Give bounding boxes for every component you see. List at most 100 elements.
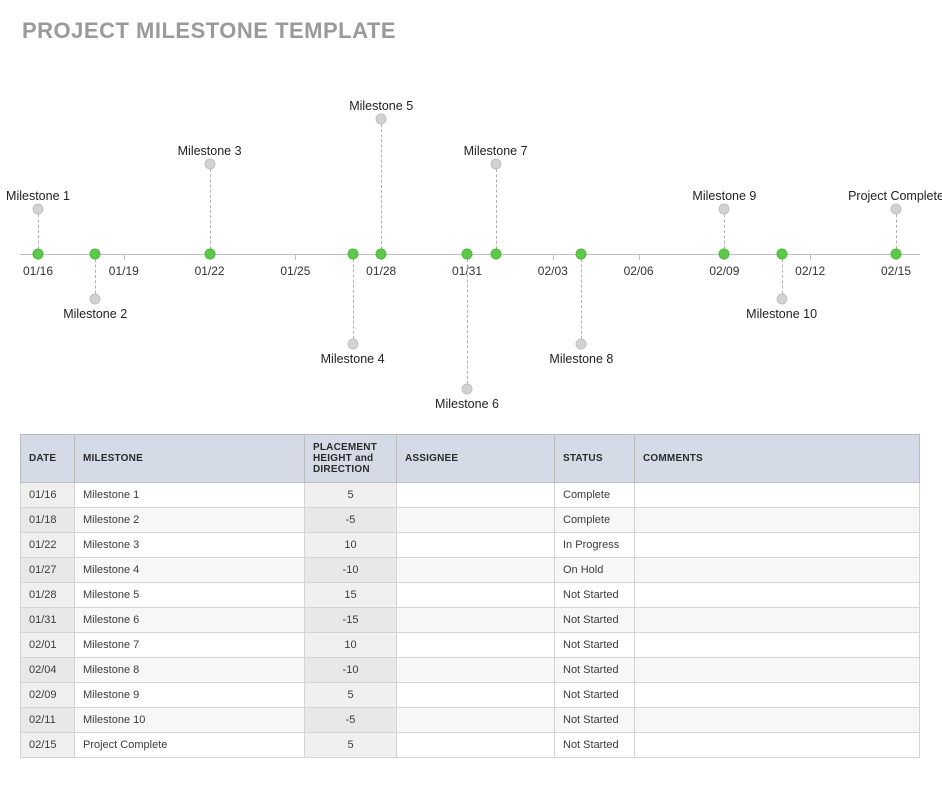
milestone-label: Milestone 10: [746, 307, 817, 321]
cell-height: -10: [305, 658, 397, 683]
milestone-stem: [467, 254, 468, 389]
cell-date: 01/27: [21, 558, 75, 583]
table-row: 01/28Milestone 515Not Started: [21, 583, 920, 608]
milestone-axis-dot: [204, 249, 215, 260]
axis-tick: [124, 254, 125, 260]
cell-date: 01/31: [21, 608, 75, 633]
cell-height: 15: [305, 583, 397, 608]
axis-tick-label: 01/22: [195, 264, 225, 278]
milestone-label: Milestone 7: [464, 144, 528, 158]
table-row: 02/01Milestone 710Not Started: [21, 633, 920, 658]
table-row: 02/09Milestone 95Not Started: [21, 683, 920, 708]
milestone-axis-dot: [33, 249, 44, 260]
axis-tick-label: 02/09: [709, 264, 739, 278]
axis-tick: [639, 254, 640, 260]
cell-milestone: Milestone 7: [75, 633, 305, 658]
table-row: 01/27Milestone 4-10 On Hold: [21, 558, 920, 583]
axis-tick-label: 01/16: [23, 264, 53, 278]
axis-tick-label: 02/03: [538, 264, 568, 278]
milestone-end-dot: [204, 159, 215, 170]
milestone-axis-dot: [776, 249, 787, 260]
table-row: 02/15Project Complete5Not Started: [21, 733, 920, 758]
milestone-axis-dot: [90, 249, 101, 260]
cell-assignee: [397, 483, 555, 508]
cell-comments: [635, 633, 920, 658]
cell-milestone: Milestone 4: [75, 558, 305, 583]
milestone-stem: [95, 254, 96, 299]
col-milestone-header: MILESTONE: [75, 435, 305, 483]
milestone-end-dot: [490, 159, 501, 170]
table-row: 01/16Milestone 15Complete: [21, 483, 920, 508]
milestone-end-dot: [576, 339, 587, 350]
axis-tick-label: 02/06: [624, 264, 654, 278]
col-height-header: PLACEMENT HEIGHT and DIRECTION: [305, 435, 397, 483]
milestone-label: Project Complete: [848, 189, 942, 203]
timeline-chart: 01/1601/1901/2201/2501/2801/3102/0302/06…: [20, 54, 920, 404]
cell-height: -5: [305, 508, 397, 533]
cell-milestone: Milestone 10: [75, 708, 305, 733]
axis-tick-label: 01/28: [366, 264, 396, 278]
cell-assignee: [397, 633, 555, 658]
milestone-stem: [496, 164, 497, 254]
cell-comments: [635, 658, 920, 683]
cell-milestone: Milestone 1: [75, 483, 305, 508]
table-header-row: DATE MILESTONE PLACEMENT HEIGHT and DIRE…: [21, 435, 920, 483]
col-status-header: STATUS: [555, 435, 635, 483]
cell-status: Not Started: [555, 658, 635, 683]
col-assignee-header: ASSIGNEE: [397, 435, 555, 483]
cell-comments: [635, 483, 920, 508]
cell-height: -5: [305, 708, 397, 733]
cell-comments: [635, 733, 920, 758]
milestone-label: Milestone 9: [692, 189, 756, 203]
axis-tick-label: 01/25: [280, 264, 310, 278]
cell-height: -10: [305, 558, 397, 583]
table-row: 02/11Milestone 10-5Not Started: [21, 708, 920, 733]
cell-comments: [635, 583, 920, 608]
cell-assignee: [397, 683, 555, 708]
cell-status: Not Started: [555, 633, 635, 658]
cell-height: 5: [305, 483, 397, 508]
cell-status: On Hold: [555, 558, 635, 583]
cell-milestone: Milestone 3: [75, 533, 305, 558]
cell-assignee: [397, 733, 555, 758]
milestone-stem: [210, 164, 211, 254]
milestone-end-dot: [376, 114, 387, 125]
milestone-end-dot: [33, 204, 44, 215]
cell-comments: [635, 683, 920, 708]
milestone-table: DATE MILESTONE PLACEMENT HEIGHT and DIRE…: [20, 434, 920, 758]
milestone-label: Milestone 8: [549, 352, 613, 366]
axis-tick: [810, 254, 811, 260]
cell-assignee: [397, 558, 555, 583]
axis-tick-label: 02/12: [795, 264, 825, 278]
cell-comments: [635, 608, 920, 633]
cell-assignee: [397, 708, 555, 733]
cell-status: Not Started: [555, 708, 635, 733]
col-date-header: DATE: [21, 435, 75, 483]
milestone-end-dot: [90, 294, 101, 305]
milestone-end-dot: [719, 204, 730, 215]
cell-comments: [635, 533, 920, 558]
cell-milestone: Project Complete: [75, 733, 305, 758]
milestone-stem: [381, 119, 382, 254]
milestone-label: Milestone 1: [6, 189, 70, 203]
page-title: PROJECT MILESTONE TEMPLATE: [22, 18, 922, 44]
milestone-stem: [581, 254, 582, 344]
table-row: 01/31Milestone 6-15Not Started: [21, 608, 920, 633]
cell-assignee: [397, 533, 555, 558]
cell-date: 01/18: [21, 508, 75, 533]
cell-status: In Progress: [555, 533, 635, 558]
col-comments-header: COMMENTS: [635, 435, 920, 483]
cell-assignee: [397, 583, 555, 608]
milestone-label: Milestone 5: [349, 99, 413, 113]
milestone-label: Milestone 3: [178, 144, 242, 158]
cell-date: 01/28: [21, 583, 75, 608]
cell-assignee: [397, 508, 555, 533]
axis-tick-label: 02/15: [881, 264, 911, 278]
milestone-axis-dot: [891, 249, 902, 260]
cell-height: 10: [305, 633, 397, 658]
milestone-end-dot: [776, 294, 787, 305]
milestone-axis-dot: [719, 249, 730, 260]
cell-milestone: Milestone 5: [75, 583, 305, 608]
cell-status: Complete: [555, 508, 635, 533]
cell-assignee: [397, 608, 555, 633]
